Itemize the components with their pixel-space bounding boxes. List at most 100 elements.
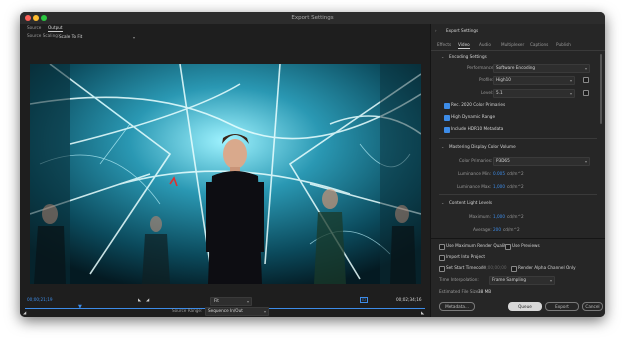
tab-output[interactable]: Output [48, 25, 63, 32]
chevron-down-icon: ▾ [132, 35, 135, 40]
color-primaries-value: P3D65 [496, 158, 510, 163]
queue-button[interactable]: Queue [508, 302, 542, 311]
maximum-value[interactable]: 1,000 [493, 214, 505, 220]
divider [439, 194, 597, 195]
playhead-icon[interactable]: ▼ [78, 304, 82, 310]
maximum-unit: cd/m^2 [507, 214, 524, 219]
import-project-label: Import Into Project [446, 254, 485, 259]
divider [431, 50, 605, 51]
tab-captions[interactable]: Captions [530, 42, 548, 48]
hdr10-label: Include HDR10 Metadata [451, 126, 504, 131]
luminance-min-value[interactable]: 0.005 [493, 171, 505, 177]
luminance-min-label: Luminance Min: [458, 171, 492, 176]
max-render-quality-checkbox[interactable] [439, 244, 445, 250]
chevron-down-icon: ▾ [584, 159, 587, 164]
chevron-down-icon: ▾ [263, 309, 266, 314]
import-project-checkbox[interactable] [439, 255, 445, 261]
rec2020-label: Rec. 2020 Color Primaries [451, 102, 506, 107]
hdr-checkbox[interactable] [444, 115, 450, 121]
video-preview [30, 64, 421, 284]
time-interpolation-label: Time Interpolation: [439, 277, 479, 282]
time-interpolation-value: Frame Sampling [492, 277, 526, 282]
average-value[interactable]: 200 [493, 227, 501, 233]
profile-select[interactable]: High10 ▾ [493, 76, 575, 85]
tab-effects[interactable]: Effects [437, 42, 451, 48]
timecode-duration: 00;02;34;16 [396, 297, 422, 302]
source-range-value: Sequence In/Out [208, 308, 243, 313]
chevron-down-icon: ▾ [246, 299, 249, 304]
performance-select[interactable]: Software Encoding ▾ [493, 64, 590, 73]
estimated-size-label: Estimated File Size: [439, 289, 480, 294]
encoding-settings-heading[interactable]: Encoding Settings [449, 54, 487, 60]
luminance-max-label: Luminance Max: [457, 184, 492, 189]
use-previews-label: Use Previews [512, 243, 540, 248]
aspect-ratio-icon[interactable]: ⊡ [360, 297, 368, 303]
divider [439, 138, 597, 139]
chevron-down-icon: ▾ [549, 278, 552, 283]
level-checkbox[interactable] [583, 90, 589, 96]
timecode-current[interactable]: 00;00;21;19 [27, 297, 53, 303]
metadata-button[interactable]: Metadata... [439, 302, 475, 311]
cancel-button[interactable]: Cancel [582, 302, 603, 311]
render-alpha-checkbox[interactable] [511, 266, 517, 272]
chevron-down-icon: ▾ [569, 78, 572, 83]
profile-label: Profile: [479, 77, 494, 82]
source-range-label: Source Range: [172, 308, 203, 313]
level-label: Level: [481, 90, 494, 95]
luminance-max-value[interactable]: 1,000 [493, 184, 505, 190]
tab-multiplexer[interactable]: Multiplexer [501, 42, 524, 48]
profile-value: High10 [496, 77, 511, 82]
color-primaries-label: Color Primaries: [459, 158, 493, 163]
level-value: 5.1 [496, 90, 503, 95]
color-primaries-select[interactable]: P3D65 ▾ [493, 157, 590, 166]
use-previews-checkbox[interactable] [505, 244, 511, 250]
export-settings-section[interactable]: Export Settings [446, 28, 478, 34]
preview-pane: Source Output Source Scaling: Scale To F… [20, 24, 430, 317]
level-select[interactable]: 5.1 ▾ [493, 89, 575, 98]
tab-source[interactable]: Source [27, 25, 41, 31]
source-range-select[interactable]: Sequence In/Out ▾ [205, 307, 269, 316]
content-light-heading[interactable]: Content Light Levels [449, 200, 492, 206]
zoom-fit-value: Fit [214, 298, 219, 303]
chevron-down-icon: ▾ [584, 66, 587, 71]
time-interpolation-select[interactable]: Frame Sampling ▾ [489, 276, 555, 285]
performance-label: Performance: [467, 65, 495, 70]
chevron-right-icon[interactable]: › [435, 28, 437, 34]
source-scaling-value: Scale To Fit [59, 34, 83, 39]
mastering-heading[interactable]: Mastering Display Color Volume [449, 144, 516, 150]
tab-audio[interactable]: Audio [479, 42, 491, 48]
estimated-size-value: 38 MB [478, 289, 492, 294]
settings-pane: › Export Settings Effects Video Audio Mu… [430, 24, 605, 317]
chevron-down-icon[interactable]: ⌄ [441, 54, 444, 60]
start-timecode-value[interactable]: 00;00;00;00 [481, 265, 507, 271]
tab-video[interactable]: Video [458, 42, 470, 49]
rec2020-checkbox[interactable] [444, 103, 450, 109]
mark-in-icon[interactable]: ◣ [138, 297, 141, 303]
divider [431, 238, 605, 239]
export-button[interactable]: Export [545, 302, 579, 311]
source-scaling-label: Source Scaling: [27, 33, 60, 38]
chevron-down-icon[interactable]: ⌄ [441, 200, 444, 206]
hdr-label: High Dynamic Range [451, 114, 496, 119]
start-timecode-checkbox[interactable] [439, 266, 445, 272]
average-label: Average: [473, 227, 492, 232]
chevron-down-icon[interactable]: ⌄ [441, 144, 444, 150]
source-scaling-select[interactable]: Scale To Fit ▾ [56, 33, 138, 42]
chevron-down-icon: ▾ [569, 91, 572, 96]
zoom-fit-select[interactable]: Fit ▾ [210, 297, 252, 306]
export-settings-window: Export Settings Source Output Source Sca… [20, 12, 605, 317]
average-unit: cd/m^2 [503, 227, 520, 232]
settings-scrollbar[interactable] [600, 54, 602, 124]
mark-out-icon[interactable]: ◢ [146, 297, 149, 303]
performance-value: Software Encoding [496, 65, 536, 70]
window-title: Export Settings [291, 15, 334, 21]
maximum-label: Maximum: [469, 214, 492, 219]
hdr10-checkbox[interactable] [444, 127, 450, 133]
profile-checkbox[interactable] [583, 77, 589, 83]
tab-publish[interactable]: Publish [556, 42, 571, 48]
out-point-marker-icon[interactable]: ◣ [421, 310, 424, 316]
luminance-min-unit: cd/m^2 [507, 171, 524, 176]
render-alpha-label: Render Alpha Channel Only [518, 265, 576, 270]
in-point-marker-icon[interactable]: ◢ [23, 310, 26, 316]
max-render-quality-label: Use Maximum Render Quality [446, 243, 509, 248]
